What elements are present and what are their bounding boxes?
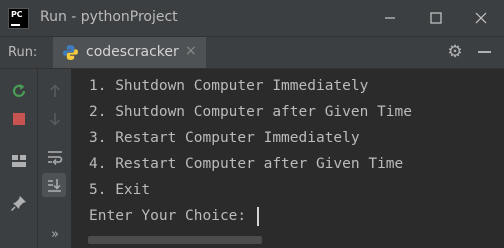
console-line: 1. Shutdown Computer Immediately xyxy=(89,78,369,94)
python-icon xyxy=(63,45,78,60)
console-line: 3. Restart Computer Immediately xyxy=(89,130,360,146)
horizontal-scrollbar[interactable] xyxy=(88,236,262,244)
window-titlebar: PC Run - pythonProject xyxy=(0,0,504,37)
prompt-text: Enter Your Choice: xyxy=(89,208,255,224)
stop-button[interactable] xyxy=(7,107,31,131)
previous-occurrence-button[interactable] xyxy=(43,79,67,103)
rerun-button[interactable] xyxy=(7,79,31,103)
console-prompt-line[interactable]: Enter Your Choice: xyxy=(89,203,259,229)
layout-button[interactable] xyxy=(7,149,31,173)
run-panel-header: Run: codescracker × ⚙ xyxy=(0,37,504,69)
more-actions-button[interactable]: » xyxy=(43,222,67,246)
pin-icon xyxy=(10,196,26,212)
up-arrow-icon xyxy=(49,84,61,97)
console-output[interactable]: 1. Shutdown Computer Immediately 2. Shut… xyxy=(72,69,504,248)
app-icon-label: PC xyxy=(11,10,23,19)
console-line: 5. Exit xyxy=(89,182,151,198)
soft-wrap-button[interactable] xyxy=(43,145,67,169)
next-occurrence-button[interactable] xyxy=(43,107,67,131)
text-caret xyxy=(256,206,259,226)
maximize-icon xyxy=(430,12,442,24)
run-label: Run: xyxy=(8,45,38,60)
pycharm-app-icon: PC xyxy=(8,8,29,29)
pin-button[interactable] xyxy=(7,191,31,215)
rerun-icon xyxy=(12,84,26,97)
scroll-to-end-button[interactable] xyxy=(42,173,66,197)
tab-close-icon[interactable]: × xyxy=(185,43,197,59)
console-line: 4. Restart Computer after Given Time xyxy=(89,156,404,172)
minimize-panel-icon[interactable] xyxy=(478,51,491,53)
soft-wrap-icon xyxy=(48,151,63,165)
tab-label: codescracker xyxy=(86,44,179,60)
gear-icon[interactable]: ⚙ xyxy=(446,43,464,61)
console-line: 2. Shutdown Computer after Given Time xyxy=(89,104,413,120)
maximize-window-button[interactable] xyxy=(413,0,459,36)
minimize-window-button[interactable] xyxy=(367,0,413,36)
run-toolbar-primary xyxy=(0,69,38,248)
run-toolbar-secondary: » xyxy=(38,69,72,248)
window-title: Run - pythonProject xyxy=(40,9,178,25)
close-icon xyxy=(475,12,487,24)
scroll-to-end-icon xyxy=(48,179,61,192)
minimize-icon xyxy=(385,17,395,19)
stop-icon xyxy=(13,113,25,125)
down-arrow-icon xyxy=(49,113,61,126)
close-window-button[interactable] xyxy=(458,0,504,36)
layout-icon xyxy=(12,155,26,167)
run-tab-codescracker[interactable]: codescracker × xyxy=(53,37,206,68)
